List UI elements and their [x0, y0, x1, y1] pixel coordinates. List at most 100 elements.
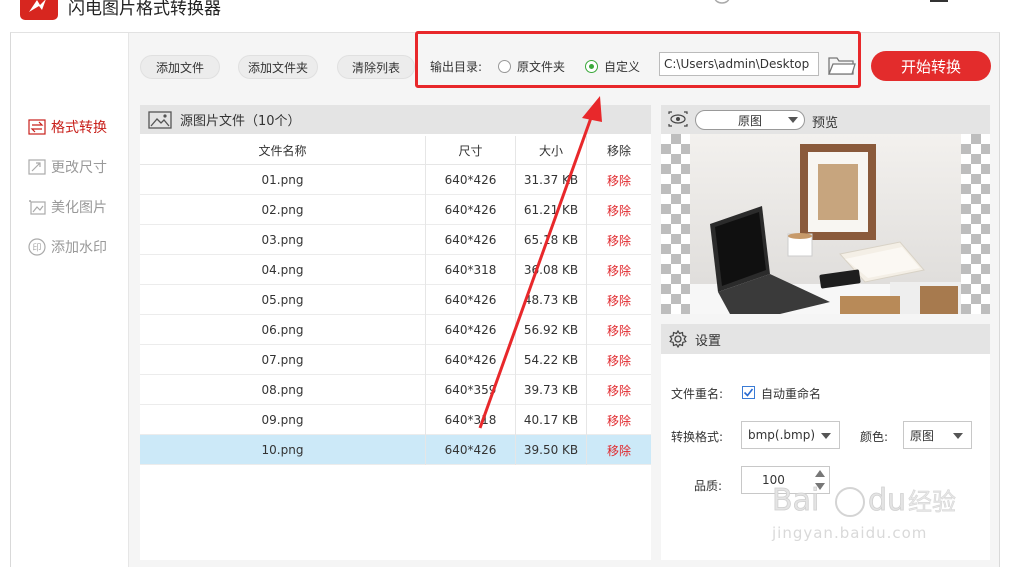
table-row[interactable]: 05.png 640*426 48.73 KB 移除	[140, 285, 651, 315]
color-select[interactable]: 原图	[903, 421, 972, 449]
remove-link[interactable]: 移除	[586, 405, 651, 435]
filesize-cell: 39.50 KB	[515, 435, 586, 465]
dimension-cell: 640*359	[425, 375, 515, 405]
file-name-cell: 08.png	[261, 383, 304, 397]
checkmark-icon	[743, 388, 754, 397]
table-row[interactable]: 09.png 640*318 40.17 KB 移除	[140, 405, 651, 435]
file-name-cell: 09.png	[261, 413, 304, 427]
table-row[interactable]: 06.png 640*426 56.92 KB 移除	[140, 315, 651, 345]
filesize-cell: 56.92 KB	[515, 315, 586, 345]
quality-label: 品质:	[694, 479, 723, 493]
dimension-cell: 640*426	[425, 225, 515, 255]
filesize-cell: 61.21 KB	[515, 195, 586, 225]
sidebar-item-beautify[interactable]: 美化图片	[27, 196, 107, 218]
svg-text:印: 印	[32, 242, 41, 254]
sidebar-item-watermark[interactable]: 印 添加水印	[27, 236, 107, 258]
table-row[interactable]: 04.png 640*318 36.08 KB 移除	[140, 255, 651, 285]
filesize-cell: 48.73 KB	[515, 285, 586, 315]
sidebar-item-label: 格式转换	[51, 120, 107, 136]
add-folder-button[interactable]: 添加文件夹	[238, 55, 318, 79]
add-file-button[interactable]: 添加文件	[140, 55, 220, 79]
column-remove: 移除	[586, 136, 651, 165]
filesize-cell: 54.22 KB	[515, 345, 586, 375]
file-name-cell: 01.png	[261, 173, 304, 187]
chevron-down-icon	[821, 433, 831, 439]
rename-label: 文件重名:	[671, 387, 724, 401]
file-name-cell: 03.png	[261, 233, 304, 247]
sidebar-item-format-convert[interactable]: 格式转换	[27, 116, 107, 138]
settings-header: 设置	[661, 324, 990, 354]
color-value: 原图	[910, 428, 935, 443]
dimension-cell: 640*318	[425, 405, 515, 435]
file-list-header: 源图片文件（10个）	[140, 105, 651, 134]
dimension-cell: 640*426	[425, 165, 515, 195]
dimension-cell: 640*426	[425, 345, 515, 375]
user-icon[interactable]	[712, 0, 732, 6]
filesize-cell: 40.17 KB	[515, 405, 586, 435]
preview-image	[690, 134, 961, 314]
table-row[interactable]: 02.png 640*426 61.21 KB 移除	[140, 195, 651, 225]
dimension-cell: 640*426	[425, 435, 515, 465]
sidebar-item-label: 添加水印	[51, 240, 107, 256]
column-size[interactable]: 尺寸	[425, 136, 515, 165]
filesize-cell: 39.73 KB	[515, 375, 586, 405]
dimension-cell: 640*426	[425, 315, 515, 345]
watermark-icon: 印	[27, 238, 46, 256]
table-row[interactable]: 08.png 640*359 39.73 KB 移除	[140, 375, 651, 405]
app-title: 闪电图片格式转换器	[68, 0, 221, 19]
settings-title: 设置	[695, 333, 722, 349]
table-row[interactable]: 10.png 640*426 39.50 KB 移除	[140, 435, 651, 465]
file-name-cell: 06.png	[261, 323, 304, 337]
resize-icon	[27, 159, 46, 176]
title-bar: 闪电图片格式转换器	[0, 0, 1010, 30]
chevron-down-icon	[788, 117, 798, 123]
svg-text:Bai: Bai	[772, 483, 819, 518]
clear-list-button[interactable]: 清除列表	[337, 55, 415, 79]
filesize-cell: 65.18 KB	[515, 225, 586, 255]
remove-link[interactable]: 移除	[586, 225, 651, 255]
start-convert-button[interactable]: 开始转换	[871, 51, 991, 81]
remove-link[interactable]: 移除	[586, 165, 651, 195]
eye-icon[interactable]	[668, 111, 688, 127]
table-row[interactable]: 03.png 640*426 65.18 KB 移除	[140, 225, 651, 255]
column-filesize[interactable]: 大小	[515, 136, 586, 165]
watermark-url: jingyan.baidu.com	[772, 524, 928, 542]
remove-link[interactable]: 移除	[586, 255, 651, 285]
svg-text:经验: 经验	[908, 488, 956, 516]
remove-link[interactable]: 移除	[586, 345, 651, 375]
svg-text:du: du	[868, 483, 906, 518]
remove-link[interactable]: 移除	[586, 375, 651, 405]
gear-icon	[669, 330, 687, 348]
sidebar-item-resize[interactable]: 更改尺寸	[27, 156, 107, 178]
table-row[interactable]: 07.png 640*426 54.22 KB 移除	[140, 345, 651, 375]
table-row[interactable]: 01.png 640*426 31.37 KB 移除	[140, 165, 651, 195]
auto-rename-checkbox[interactable]	[742, 386, 755, 399]
preview-mode-select[interactable]: 原图	[695, 110, 805, 130]
chevron-up-icon[interactable]	[815, 470, 825, 477]
remove-link[interactable]: 移除	[586, 195, 651, 225]
sidebar-item-label: 更改尺寸	[51, 160, 107, 176]
format-select[interactable]: bmp(.bmp)	[741, 421, 840, 449]
color-label: 颜色:	[860, 430, 889, 444]
image-icon	[148, 110, 172, 129]
preview-mode-value: 原图	[737, 113, 762, 128]
remove-link[interactable]: 移除	[586, 435, 651, 465]
beautify-icon	[27, 199, 46, 216]
filesize-cell: 31.37 KB	[515, 165, 586, 195]
file-name-cell: 04.png	[261, 263, 304, 277]
baidu-watermark-logo: Bai du 经验	[772, 483, 956, 519]
remove-link[interactable]: 移除	[586, 285, 651, 315]
annotation-highlight-box	[415, 31, 861, 88]
file-name-cell: 10.png	[261, 443, 304, 457]
file-count-title: 源图片文件（10个）	[180, 114, 301, 129]
format-value: bmp(.bmp)	[748, 428, 816, 442]
file-name-cell: 07.png	[261, 353, 304, 367]
minimize-button[interactable]	[930, 0, 948, 2]
remove-link[interactable]: 移除	[586, 315, 651, 345]
sidebar-item-label: 美化图片	[51, 200, 107, 216]
format-label: 转换格式:	[671, 430, 724, 444]
column-name[interactable]: 文件名称	[140, 136, 425, 165]
app-logo	[20, 0, 58, 20]
file-name-cell: 05.png	[261, 293, 304, 307]
dimension-cell: 640*426	[425, 285, 515, 315]
